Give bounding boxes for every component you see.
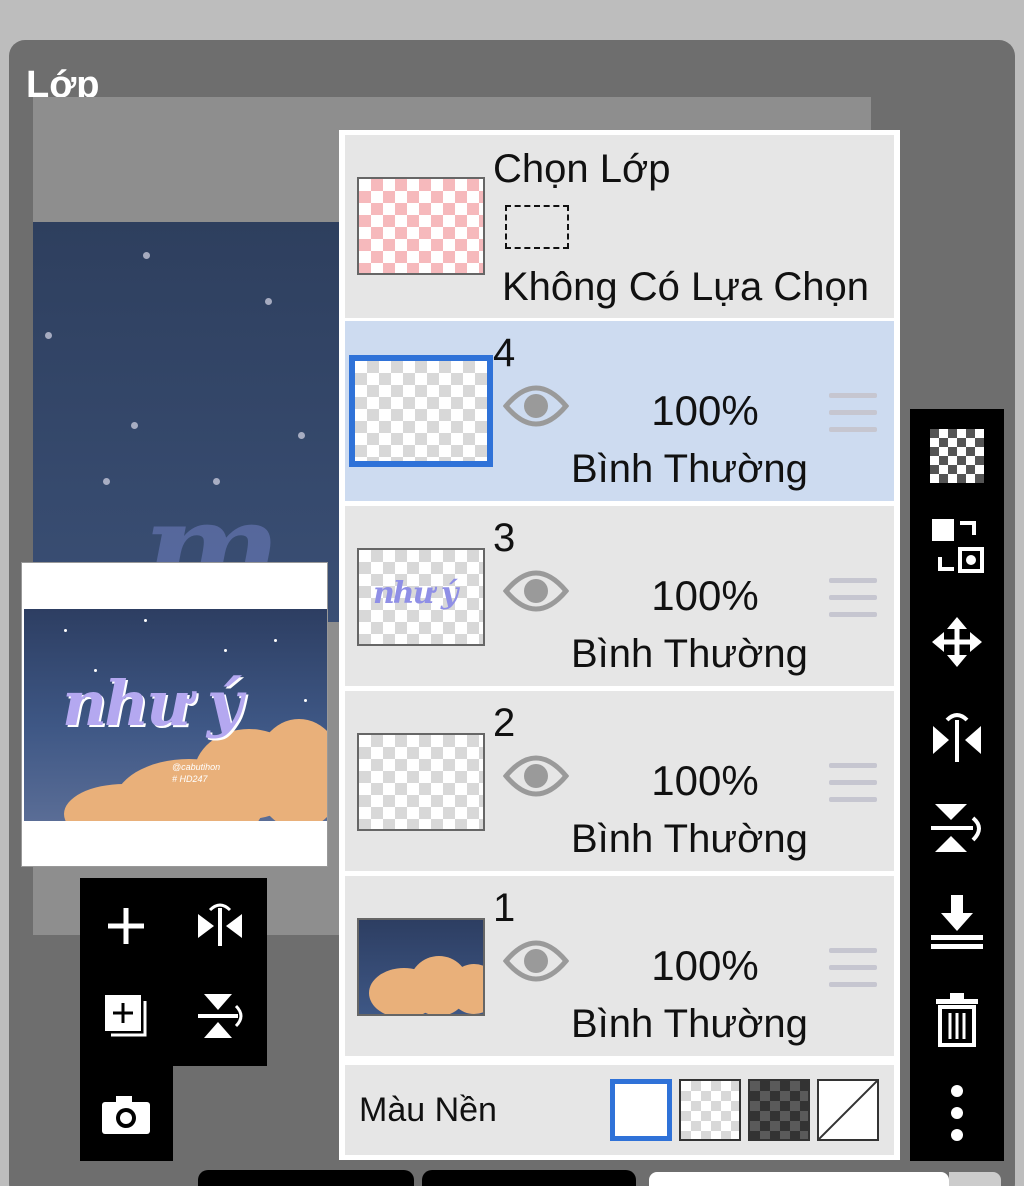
layer-row-3[interactable]: như ý 3 100% Bình Thường xyxy=(345,506,894,686)
layer-thumbnail xyxy=(349,355,493,467)
transparency-icon[interactable] xyxy=(928,427,986,485)
selection-marquee-icon xyxy=(505,205,569,249)
flip-vertical-icon[interactable] xyxy=(192,988,248,1044)
selection-status: Không Có Lựa Chọn xyxy=(502,265,870,309)
visibility-eye-icon[interactable] xyxy=(502,938,570,989)
layer-list: Chọn Lớp Không Có Lựa Chọn 4 100% Bình T… xyxy=(339,130,900,1160)
more-icon[interactable] xyxy=(928,1081,986,1145)
selection-layer-row[interactable]: Chọn Lớp Không Có Lựa Chọn xyxy=(345,135,894,318)
canvas-preview: như ý @cabutihon # HD247 xyxy=(21,562,328,867)
bg-swatch-white[interactable] xyxy=(610,1079,672,1141)
bottom-tab-1[interactable] xyxy=(198,1170,414,1186)
layer-row-4[interactable]: 4 100% Bình Thường xyxy=(345,321,894,501)
trash-icon[interactable] xyxy=(928,989,986,1051)
preview-title: như ý xyxy=(62,667,243,740)
drag-handle-icon[interactable] xyxy=(829,948,877,999)
layer-blend-mode[interactable]: Bình Thường xyxy=(571,817,808,862)
background-color-row: Màu Nền xyxy=(345,1065,894,1155)
bg-swatch-dark-checker[interactable] xyxy=(748,1079,810,1141)
right-toolbar xyxy=(910,409,1004,1161)
add-layer-icon[interactable] xyxy=(98,898,154,954)
bottom-slider[interactable] xyxy=(649,1172,949,1186)
layer-blend-mode[interactable]: Bình Thường xyxy=(571,632,808,677)
layer-thumbnail-text: như ý xyxy=(373,576,458,611)
selection-title: Chọn Lớp xyxy=(493,147,671,191)
visibility-eye-icon[interactable] xyxy=(502,753,570,804)
layer-row-1[interactable]: 1 100% Bình Thường xyxy=(345,876,894,1056)
selection-thumbnail xyxy=(357,177,485,275)
layer-number: 2 xyxy=(493,701,516,745)
layer-opacity[interactable]: 100% xyxy=(645,942,765,990)
drag-handle-icon[interactable] xyxy=(829,578,877,629)
drag-handle-icon[interactable] xyxy=(829,393,877,444)
visibility-eye-icon[interactable] xyxy=(502,568,570,619)
left-toolbar xyxy=(80,878,267,1066)
flip-horizontal-icon[interactable] xyxy=(928,707,986,765)
visibility-eye-icon[interactable] xyxy=(502,383,570,434)
camera-icon[interactable] xyxy=(98,1086,154,1142)
layer-opacity[interactable]: 100% xyxy=(645,757,765,805)
layer-blend-mode[interactable]: Bình Thường xyxy=(571,1002,808,1047)
swap-layers-icon[interactable] xyxy=(928,517,986,575)
layer-thumbnail xyxy=(357,918,485,1016)
layer-number: 3 xyxy=(493,516,516,560)
bottom-tab-2[interactable] xyxy=(422,1170,636,1186)
move-icon[interactable] xyxy=(928,613,986,671)
layer-blend-mode[interactable]: Bình Thường xyxy=(571,447,808,492)
layer-number: 4 xyxy=(493,331,516,375)
left-toolbar-camera xyxy=(80,1066,173,1161)
preview-credit: @cabutihon # HD247 xyxy=(172,762,221,784)
bg-swatch-none[interactable] xyxy=(817,1079,879,1141)
flip-vertical-icon[interactable] xyxy=(928,799,986,857)
layer-thumbnail xyxy=(357,733,485,831)
bottom-slider-end[interactable] xyxy=(949,1172,1001,1186)
background-color-label: Màu Nền xyxy=(359,1091,497,1129)
layer-number: 1 xyxy=(493,886,516,930)
duplicate-layer-icon[interactable] xyxy=(98,988,154,1044)
drag-handle-icon[interactable] xyxy=(829,763,877,814)
layer-thumbnail: như ý xyxy=(357,548,485,646)
bg-swatch-transparent[interactable] xyxy=(679,1079,741,1141)
layer-opacity[interactable]: 100% xyxy=(645,572,765,620)
layer-opacity[interactable]: 100% xyxy=(645,387,765,435)
layer-row-2[interactable]: 2 100% Bình Thường xyxy=(345,691,894,871)
merge-down-icon[interactable] xyxy=(928,893,986,951)
flip-horizontal-icon[interactable] xyxy=(192,898,248,954)
